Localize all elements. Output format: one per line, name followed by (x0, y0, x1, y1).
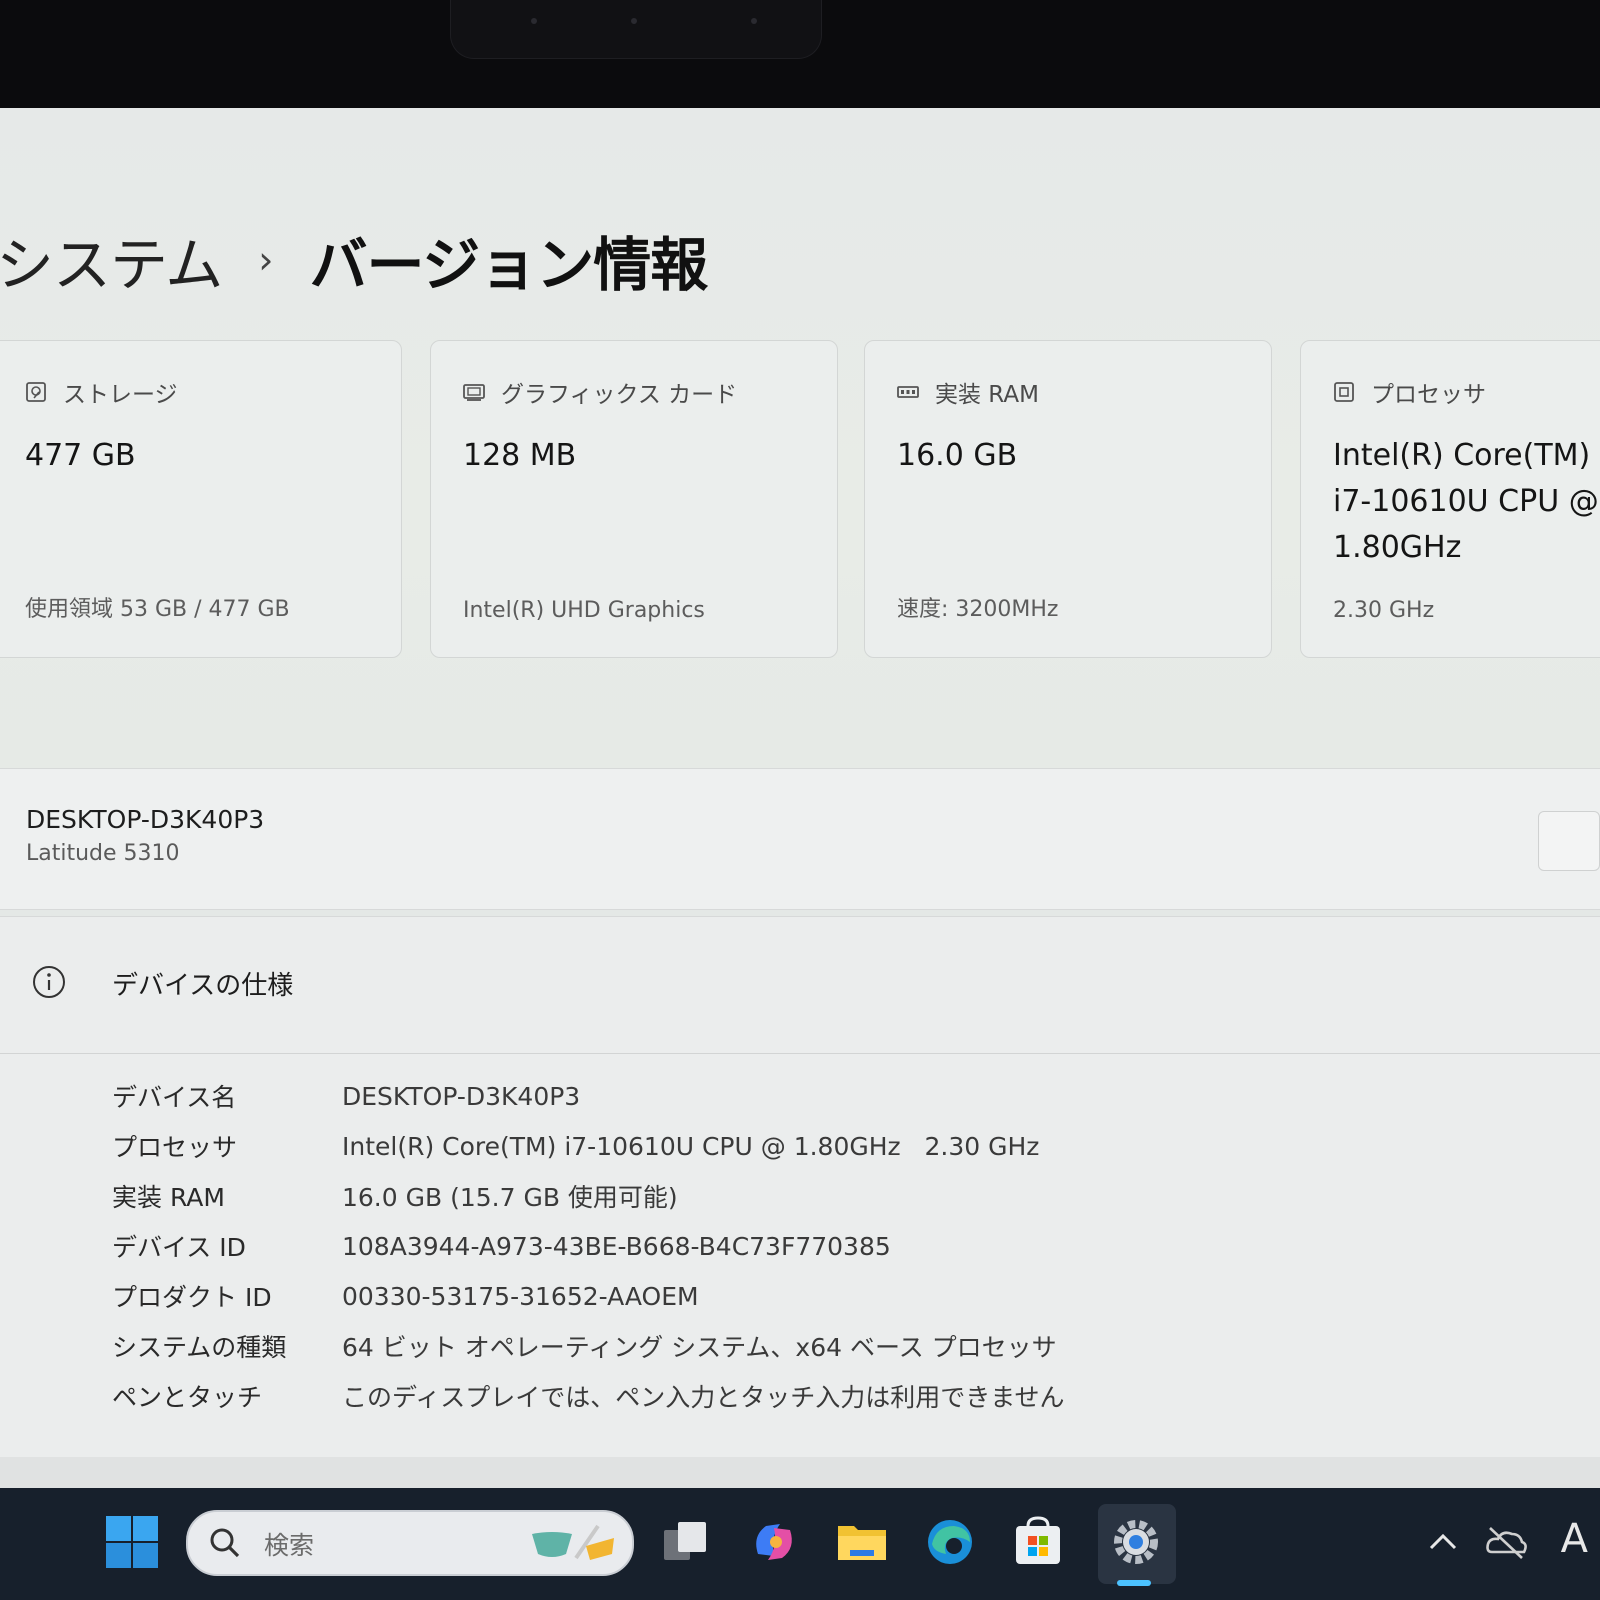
processor-line: 1.80GHz (1333, 530, 1462, 565)
spec-row: デバイス名 DESKTOP-D3K40P3 (112, 1071, 1065, 1121)
spec-row: 実装 RAM 16.0 GB (15.7 GB 使用可能) (112, 1171, 1065, 1221)
sensor-dot (531, 18, 537, 24)
active-app-indicator (1117, 1580, 1151, 1586)
spec-value: このディスプレイでは、ペン入力とタッチ入力は利用できません (342, 1383, 1065, 1412)
ram-total: 16.0 GB (897, 438, 1018, 473)
device-model: Latitude 5310 (26, 841, 180, 866)
storage-icon (26, 382, 46, 402)
page-title: バージョン情報 (309, 231, 708, 299)
spec-table: デバイス名 DESKTOP-D3K40P3 プロセッサ Intel(R) Cor… (112, 1071, 1065, 1421)
spec-value: 64 ビット オペレーティング システム、x64 ベース プロセッサ (342, 1333, 1057, 1362)
card-title: グラフィックス カード (501, 382, 738, 408)
spec-value: 16.0 GB (15.7 GB 使用可能) (342, 1183, 678, 1212)
breadcrumb: システム › バージョン情報 (0, 218, 708, 302)
store-icon[interactable] (1010, 1514, 1066, 1570)
settings-icon[interactable] (1108, 1514, 1164, 1570)
processor-card[interactable]: プロセッサ Intel(R) Core(TM) i7-10610U CPU @ … (1300, 340, 1600, 658)
card-title: ストレージ (63, 382, 178, 408)
spec-key: デバイス名 (112, 1083, 237, 1112)
spec-key: プロセッサ (112, 1133, 238, 1162)
spec-value: 00330-53175-31652-AAOEM (342, 1281, 699, 1311)
camera-dot (631, 18, 637, 24)
device-specifications-section: デバイスの仕様 デバイス名 DESKTOP-D3K40P3 プロセッサ Inte… (0, 916, 1600, 1457)
spec-row: システムの種類 64 ビット オペレーティング システム、x64 ベース プロセ… (112, 1321, 1065, 1371)
spec-row: プロセッサ Intel(R) Core(TM) i7-10610U CPU @ … (112, 1121, 1065, 1171)
spec-key: ペンとタッチ (112, 1383, 263, 1412)
processor-icon (1334, 382, 1354, 402)
processor-line: i7-10610U CPU @ (1333, 484, 1599, 519)
spec-value: DESKTOP-D3K40P3 (342, 1081, 581, 1111)
file-explorer-icon[interactable] (834, 1514, 890, 1570)
screen-bezel (0, 0, 1600, 108)
camera-notch (450, 0, 822, 59)
sensor-dot (751, 18, 757, 24)
spec-key: 実装 RAM (112, 1183, 225, 1212)
search-input[interactable]: 検索 (186, 1510, 634, 1576)
device-name-row: DESKTOP-D3K40P3 Latitude 5310 (0, 768, 1600, 910)
graphics-memory: 128 MB (463, 438, 577, 473)
ram-card[interactable]: 実装 RAM 16.0 GB 速度: 3200MHz (864, 340, 1272, 658)
search-highlight-icon (532, 1524, 614, 1560)
processor-name: Intel(R) Core(TM) i7-10610U CPU @ 1.80GH… (1333, 433, 1599, 571)
search-placeholder: 検索 (264, 1531, 315, 1560)
device-specifications-header[interactable]: デバイスの仕様 (0, 917, 1600, 1054)
info-icon (33, 966, 65, 998)
task-view-icon[interactable] (658, 1514, 714, 1570)
storage-total: 477 GB (25, 438, 136, 473)
spec-key: デバイス ID (112, 1233, 246, 1262)
spec-value: 108A3944-A973-43BE-B668-B4C73F770385 (342, 1231, 891, 1261)
processor-speed: 2.30 GHz (1333, 598, 1435, 623)
device-name: DESKTOP-D3K40P3 (26, 805, 265, 834)
onedrive-offline-icon[interactable] (1484, 1524, 1528, 1560)
graphics-name: Intel(R) UHD Graphics (463, 598, 705, 623)
start-icon[interactable] (104, 1514, 160, 1570)
graphics-card-card[interactable]: グラフィックス カード 128 MB Intel(R) UHD Graphics (430, 340, 838, 658)
spec-row: デバイス ID 108A3944-A973-43BE-B668-B4C73F77… (112, 1221, 1065, 1271)
spec-key: プロダクト ID (112, 1283, 272, 1312)
spec-key: システムの種類 (112, 1333, 287, 1362)
spec-row: ペンとタッチ このディスプレイでは、ペン入力とタッチ入力は利用できません (112, 1371, 1065, 1421)
breadcrumb-parent[interactable]: システム (0, 218, 223, 302)
edge-icon[interactable] (922, 1514, 978, 1570)
search-icon (210, 1528, 240, 1558)
settings-window: システム › バージョン情報 ストレージ 477 GB 使用領域 53 GB /… (0, 108, 1600, 1488)
storage-card[interactable]: ストレージ 477 GB 使用領域 53 GB / 477 GB (0, 340, 402, 658)
rename-pc-button[interactable] (1538, 811, 1600, 871)
chevron-up-icon[interactable] (1426, 1526, 1460, 1556)
ram-icon (897, 386, 919, 398)
spec-value: Intel(R) Core(TM) i7-10610U CPU @ 1.80GH… (342, 1131, 1040, 1161)
graphics-card-icon (463, 384, 485, 401)
section-title: デバイスの仕様 (112, 971, 294, 1001)
processor-line: Intel(R) Core(TM) (1333, 438, 1591, 473)
card-title: プロセッサ (1371, 382, 1486, 408)
storage-usage: 使用領域 53 GB / 477 GB (25, 597, 290, 622)
breadcrumb-separator-icon: › (258, 238, 274, 282)
taskbar: 検索 A (0, 1488, 1600, 1600)
copilot-icon[interactable] (746, 1514, 802, 1570)
card-title: 実装 RAM (935, 382, 1039, 408)
ram-speed: 速度: 3200MHz (897, 597, 1059, 622)
spec-row: プロダクト ID 00330-53175-31652-AAOEM (112, 1271, 1065, 1321)
input-indicator[interactable]: A (1561, 1516, 1588, 1562)
